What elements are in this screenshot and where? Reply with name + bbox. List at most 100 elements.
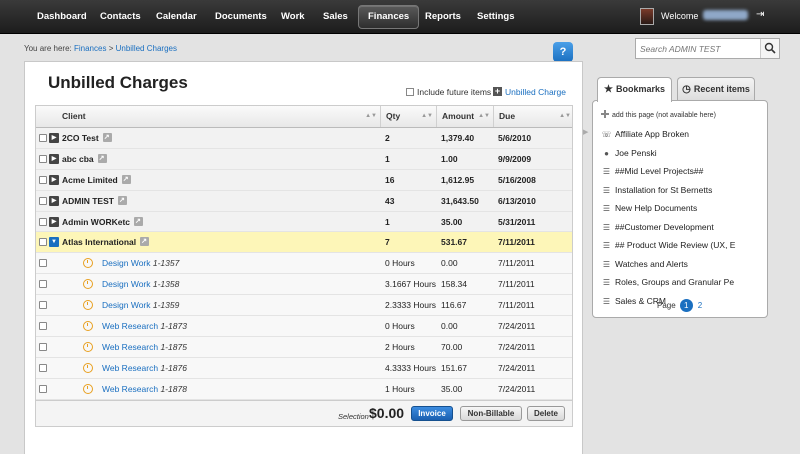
row-checkbox[interactable] bbox=[39, 342, 47, 351]
expand-icon[interactable]: ▶ bbox=[49, 133, 59, 143]
client-row[interactable]: ▶Admin WORKetc 1 35.00 5/31/2011 bbox=[36, 211, 572, 233]
task-row[interactable]: Design Work 1-1359 2.3333 Hours 116.67 7/11… bbox=[36, 295, 572, 317]
nav-contacts[interactable]: Contacts bbox=[91, 5, 150, 29]
task-row[interactable]: Web Research 1-1876 4.3333 Hours 151.67 7/2… bbox=[36, 357, 572, 379]
open-external-icon[interactable] bbox=[140, 232, 150, 252]
expand-icon[interactable]: ▶ bbox=[49, 216, 59, 227]
client-row[interactable]: ▶ADMIN TEST 43 31,643.50 6/13/2010 bbox=[36, 190, 572, 212]
invoice-button[interactable]: Invoice bbox=[411, 405, 453, 421]
open-external-icon[interactable] bbox=[117, 191, 127, 211]
column-header-qty[interactable]: Qty ▲▼ bbox=[380, 106, 436, 127]
bookmarks-panel: add this page (not available here) ☏ Affi… bbox=[592, 100, 768, 318]
page-2[interactable]: 2 bbox=[698, 301, 702, 310]
tab-bookmarks[interactable]: ★ Bookmarks bbox=[597, 77, 672, 102]
column-header-due[interactable]: Due ▲▼ bbox=[493, 106, 574, 127]
bookmark-item[interactable]: ☰ Installation for St Bernetts bbox=[601, 183, 766, 197]
bookmark-item[interactable]: ☰ ## Product Wide Review (UX, E bbox=[601, 238, 766, 252]
task-link[interactable]: Design Work bbox=[102, 279, 151, 289]
clock-icon bbox=[83, 279, 93, 290]
expand-icon[interactable]: ▶ bbox=[49, 174, 59, 185]
task-link[interactable]: Web Research bbox=[102, 342, 158, 352]
open-external-icon[interactable] bbox=[134, 212, 143, 232]
include-future-label[interactable]: Include future items bbox=[417, 87, 491, 97]
task-link[interactable]: Web Research bbox=[102, 363, 158, 373]
row-checkbox[interactable] bbox=[39, 134, 47, 142]
amount-cell: 1,612.95 bbox=[441, 174, 475, 185]
add-icon[interactable]: + bbox=[493, 87, 502, 96]
nav-reports[interactable]: Reports bbox=[416, 5, 470, 29]
nav-calendar[interactable]: Calendar bbox=[147, 5, 206, 29]
delete-button[interactable]: Delete bbox=[527, 405, 565, 421]
task-row[interactable]: Web Research 1-1878 1 Hours 35.00 7/24/2011 bbox=[36, 378, 572, 400]
nav-dashboard[interactable]: Dashboard bbox=[28, 5, 96, 29]
row-checkbox[interactable] bbox=[39, 259, 47, 268]
row-checkbox[interactable] bbox=[39, 301, 47, 310]
open-external-icon[interactable] bbox=[102, 128, 112, 148]
nav-documents[interactable]: Documents bbox=[206, 5, 276, 29]
client-row[interactable]: ▶abc cba 1 1.00 9/9/2009 bbox=[36, 148, 572, 170]
help-icon[interactable]: ? bbox=[553, 42, 573, 62]
task-row[interactable]: Design Work 1-1357 0 Hours 0.00 7/11/2011 bbox=[36, 253, 572, 275]
logout-icon[interactable]: ⇥ bbox=[756, 10, 767, 20]
expand-icon[interactable]: ▶ bbox=[49, 195, 59, 206]
tab-recent-items[interactable]: ◷ Recent items bbox=[677, 77, 755, 101]
row-checkbox[interactable] bbox=[39, 238, 47, 247]
row-checkbox[interactable] bbox=[39, 175, 47, 184]
client-row[interactable]: ▼Atlas International 7 531.67 7/11/2011 bbox=[36, 232, 572, 254]
bookmark-item[interactable]: ☰ ##Customer Development bbox=[601, 220, 766, 234]
add-unbilled-charge-link[interactable]: Unbilled Charge bbox=[505, 87, 566, 97]
task-id: 1-1875 bbox=[160, 341, 187, 352]
client-row[interactable]: ▶Acme Limited 16 1,612.95 5/16/2008 bbox=[36, 169, 572, 191]
client-name[interactable]: ADMIN TEST bbox=[62, 196, 114, 206]
row-checkbox[interactable] bbox=[39, 322, 47, 331]
search-button[interactable] bbox=[760, 39, 779, 58]
bookmark-item[interactable]: ☰ Roles, Groups and Granular Pe bbox=[601, 275, 766, 289]
task-link[interactable]: Design Work bbox=[102, 258, 151, 268]
bookmark-item[interactable]: ● Joe Penski bbox=[601, 146, 766, 160]
client-row[interactable]: ▶2CO Test 2 1,379.40 5/6/2010 bbox=[36, 128, 572, 149]
nav-work[interactable]: Work bbox=[272, 5, 314, 29]
bookmark-item[interactable]: ☰ New Help Documents bbox=[601, 201, 766, 215]
charges-table: Client▲▼ Qty▲▼ Amount▲▼ Due▲▼ ▶2CO Test2… bbox=[35, 105, 573, 427]
bookmark-item[interactable]: ☰ Watches and Alerts bbox=[601, 257, 766, 271]
collapse-sidebar-icon[interactable]: ▶ bbox=[583, 128, 588, 136]
due-cell: 7/24/2011 bbox=[498, 362, 536, 373]
client-name[interactable]: Atlas International bbox=[62, 237, 136, 247]
open-external-icon[interactable] bbox=[97, 149, 107, 169]
avatar[interactable] bbox=[640, 8, 654, 25]
client-name[interactable]: 2CO Test bbox=[62, 133, 99, 143]
row-checkbox[interactable] bbox=[39, 154, 47, 163]
task-row[interactable]: Design Work 1-1358 3.1667 Hours 158.34 7/11… bbox=[36, 274, 572, 296]
nav-sales[interactable]: Sales bbox=[314, 5, 357, 29]
row-checkbox[interactable] bbox=[39, 217, 47, 226]
user-name-blurred[interactable] bbox=[703, 10, 748, 20]
row-checkbox[interactable] bbox=[39, 363, 47, 372]
include-future-checkbox[interactable] bbox=[406, 88, 414, 96]
nav-finances[interactable]: Finances bbox=[358, 5, 420, 29]
task-row[interactable]: Web Research 1-1873 0 Hours 0.00 7/24/2011 bbox=[36, 316, 572, 337]
row-checkbox[interactable] bbox=[39, 384, 47, 393]
task-link[interactable]: Design Work bbox=[102, 300, 151, 310]
bookmark-item[interactable]: ☏ Affiliate App Broken bbox=[601, 127, 766, 141]
search-input[interactable] bbox=[636, 39, 760, 58]
breadcrumb-unbilled[interactable]: Unbilled Charges bbox=[116, 44, 177, 53]
client-name[interactable]: abc cba bbox=[62, 154, 94, 164]
column-header-amount[interactable]: Amount ▲▼ bbox=[436, 106, 493, 127]
collapse-icon[interactable]: ▼ bbox=[49, 237, 59, 248]
task-row[interactable]: Web Research 1-1875 2 Hours 70.00 7/24/2011 bbox=[36, 336, 572, 358]
row-checkbox[interactable] bbox=[39, 280, 47, 289]
column-header-client[interactable]: Client ▲▼ bbox=[36, 106, 380, 127]
open-external-icon[interactable] bbox=[121, 170, 131, 190]
row-checkbox[interactable] bbox=[39, 196, 47, 205]
breadcrumb-finances[interactable]: Finances bbox=[74, 44, 106, 53]
bookmark-item[interactable]: ☰ ##Mid Level Projects## bbox=[601, 164, 766, 178]
add-bookmark[interactable]: add this page (not available here) bbox=[601, 110, 716, 119]
client-name[interactable]: Admin WORKetc bbox=[62, 217, 130, 227]
task-link[interactable]: Web Research bbox=[102, 384, 158, 394]
non-billable-button[interactable]: Non-Billable bbox=[460, 405, 522, 421]
nav-settings[interactable]: Settings bbox=[468, 5, 523, 29]
client-name[interactable]: Acme Limited bbox=[62, 175, 118, 185]
task-link[interactable]: Web Research bbox=[102, 321, 158, 331]
expand-icon[interactable]: ▶ bbox=[49, 153, 59, 164]
page-1[interactable]: 1 bbox=[679, 299, 693, 312]
